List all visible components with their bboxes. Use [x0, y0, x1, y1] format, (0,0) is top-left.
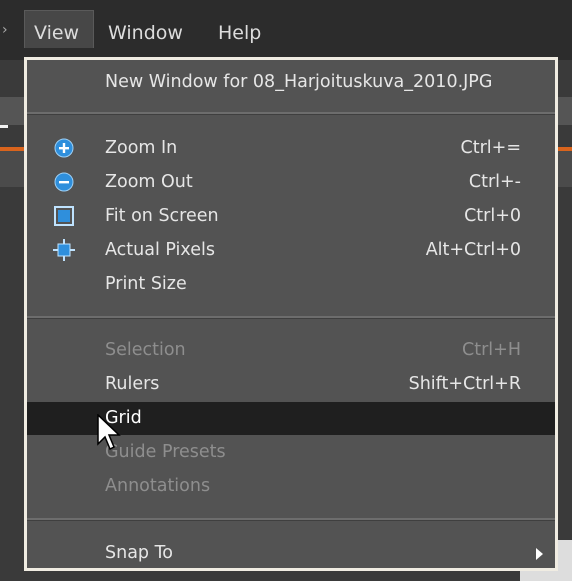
menu-item-selection: Selection Ctrl+H	[27, 334, 555, 367]
menu-item-label: Snap To	[105, 543, 174, 563]
shortcut-label: Ctrl+0	[464, 206, 521, 226]
shortcut-label: Shift+Ctrl+R	[408, 374, 521, 394]
view-dropdown-menu: New Window for 08_Harjoituskuva_2010.JPG…	[24, 57, 558, 571]
menu-item-fit-on-screen[interactable]: Fit on Screen Ctrl+0	[27, 200, 555, 233]
shortcut-label: Ctrl+=	[460, 138, 521, 158]
menu-item-label: Selection	[105, 340, 186, 360]
menu-item-actual-pixels[interactable]: Actual Pixels Alt+Ctrl+0	[27, 234, 555, 267]
menu-item-label: New Window for 08_Harjoituskuva_2010.JPG	[105, 72, 493, 92]
zoom-in-icon	[54, 138, 74, 158]
menu-item-label: Actual Pixels	[105, 240, 215, 260]
chevron-icon: ›	[2, 22, 8, 38]
actual-pixels-icon	[53, 239, 75, 261]
menu-window[interactable]: Window	[108, 22, 183, 44]
menu-item-label: Print Size	[105, 274, 187, 294]
shortcut-label: Ctrl+H	[462, 340, 521, 360]
submenu-arrow-icon	[536, 548, 543, 560]
menu-view[interactable]: View	[24, 10, 94, 48]
menu-item-annotations: Annotations	[27, 470, 555, 503]
menu-item-label: Guide Presets	[105, 442, 226, 462]
zoom-out-icon	[54, 172, 74, 192]
menu-item-new-window[interactable]: New Window for 08_Harjoituskuva_2010.JPG	[27, 66, 555, 99]
fit-screen-icon	[54, 206, 74, 226]
shortcut-label: Alt+Ctrl+0	[425, 240, 521, 260]
menu-item-label: Rulers	[105, 374, 160, 394]
menu-item-label: Annotations	[105, 476, 211, 496]
menu-item-zoom-out[interactable]: Zoom Out Ctrl+-	[27, 166, 555, 199]
menu-item-label: Zoom Out	[105, 172, 193, 192]
menu-bar: › View Window Help	[0, 0, 572, 60]
menu-view-label: View	[34, 22, 80, 44]
menu-item-print-size[interactable]: Print Size	[27, 268, 555, 301]
menu-item-rulers[interactable]: Rulers Shift+Ctrl+R	[27, 368, 555, 401]
menu-separator	[27, 112, 555, 115]
menu-item-label: Zoom In	[105, 138, 178, 158]
mouse-cursor-icon	[97, 414, 121, 451]
menu-help[interactable]: Help	[218, 22, 261, 44]
menu-item-label: Fit on Screen	[105, 206, 219, 226]
menu-item-zoom-in[interactable]: Zoom In Ctrl+=	[27, 132, 555, 165]
menu-separator	[27, 316, 555, 319]
menu-separator	[27, 518, 555, 521]
shortcut-label: Ctrl+-	[468, 172, 521, 192]
menu-item-snap-to[interactable]: Snap To	[27, 537, 555, 570]
